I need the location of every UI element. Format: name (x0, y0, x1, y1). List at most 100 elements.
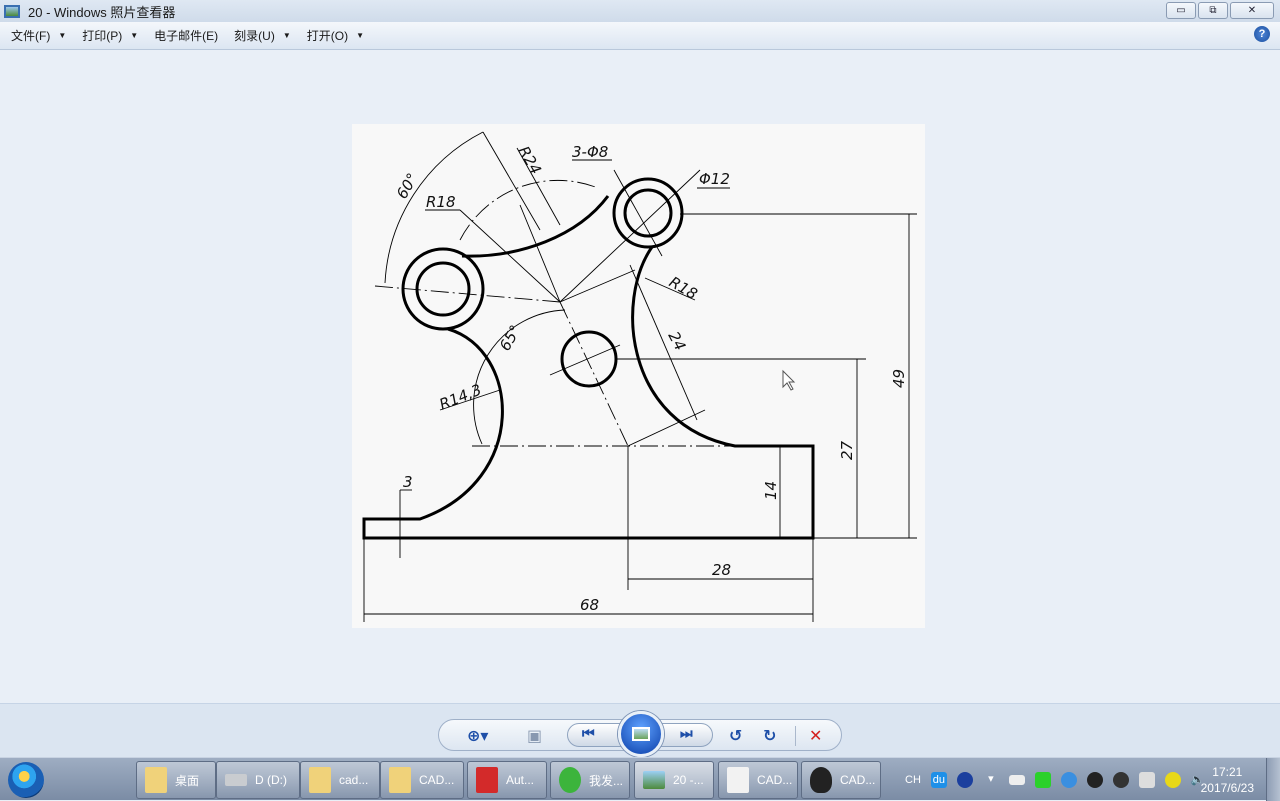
left-boss-outer (401, 247, 485, 331)
label-phi12: Φ12 (699, 170, 730, 188)
close-button[interactable]: ✕ (1230, 2, 1274, 19)
taskbar-item[interactable]: CAD... (718, 761, 798, 799)
menu-label: 刻录(U) (234, 29, 275, 43)
cad-drawing: 60° R24 3-Φ8 Φ12 R18 R18 24 65° R14,3 49… (362, 131, 917, 622)
center-hole (560, 330, 618, 388)
menu-label: 电子邮件(E) (154, 29, 219, 43)
start-button[interactable] (8, 762, 44, 798)
divider (795, 726, 796, 746)
taskbar-item[interactable]: cad... (300, 761, 380, 799)
taskbar-label: Aut... (506, 773, 535, 787)
taskbar-item-active[interactable]: 20 -... (634, 761, 714, 799)
autocad-icon (476, 767, 498, 793)
app-tray-icon[interactable] (1112, 771, 1129, 788)
baidu-icon[interactable]: du (930, 771, 947, 788)
browser-icon (559, 767, 581, 793)
minimize-button[interactable]: ▭ (1166, 2, 1196, 19)
sync-icon[interactable] (1060, 771, 1077, 788)
taskbar-item[interactable]: 我发... (550, 761, 630, 799)
document-icon (727, 767, 749, 793)
taskbar-label: 我发... (589, 773, 624, 788)
clock-date: 2017/6/23 (1200, 781, 1254, 795)
menu-print[interactable]: 打印(P) ▼ (82, 27, 138, 44)
taskbar-label: D (D:) (255, 773, 287, 787)
menu-bar: 文件(F) ▼ 打印(P) ▼ 电子邮件(E) 刻录(U) ▼ 打开(O) ▼ (0, 22, 1280, 50)
taskbar-label: CAD... (840, 773, 876, 787)
show-desktop-button[interactable] (1266, 758, 1280, 801)
clock-time: 17:21 (1212, 765, 1243, 779)
taskbar-item[interactable]: CAD... (380, 761, 464, 799)
taskbar-item[interactable]: Aut... (467, 761, 547, 799)
taskbar-label: CAD... (419, 773, 455, 787)
mouse-cursor-icon (782, 369, 796, 391)
menu-burn[interactable]: 刻录(U) ▼ (234, 27, 291, 44)
menu-file[interactable]: 文件(F) ▼ (11, 27, 66, 44)
label-angle-60: 60° (393, 170, 422, 202)
photo-viewer-icon (643, 771, 665, 789)
restore-button[interactable]: ⧉ (1198, 2, 1228, 19)
next-icon[interactable]: ⏭ (680, 725, 693, 742)
label-dim-68: 68 (580, 596, 599, 614)
title-bar: 20 - Windows 照片查看器 ▭ ⧉ ✕ (0, 0, 1280, 22)
chevron-down-icon: ▼ (130, 31, 139, 40)
folder-icon (309, 767, 331, 793)
menu-open[interactable]: 打开(O) ▼ (307, 27, 364, 44)
rotate-clockwise-icon[interactable]: ↻ (763, 726, 776, 746)
taskbar-label: 20 -... (673, 773, 704, 787)
taskbar-label: CAD... (757, 773, 793, 787)
taskbar: 桌面 D (D:) cad... CAD... Aut... 我发... 20 … (0, 757, 1280, 801)
right-hole (623, 188, 673, 238)
control-bar: ⊕▾ ▣ ⏮ ⏭ ↺ ↻ ✕ (0, 703, 1280, 757)
language-indicator[interactable]: CH (905, 774, 921, 786)
photo-viewer-icon (4, 4, 20, 18)
previous-icon[interactable]: ⏮ (582, 725, 595, 742)
rotate-counterclockwise-icon[interactable]: ↺ (729, 726, 742, 746)
left-hole (415, 261, 471, 317)
label-dim-24: 24 (664, 328, 689, 353)
label-3-phi8: 3-Φ8 (572, 143, 608, 161)
zoom-icon[interactable]: ⊕▾ (467, 726, 488, 746)
show-hidden-icons[interactable]: ▾ (983, 772, 999, 788)
security-icon[interactable] (1164, 771, 1181, 788)
qq-tray-icon[interactable] (1086, 771, 1103, 788)
slideshow-icon (632, 727, 650, 741)
label-dim-49: 49 (890, 369, 908, 388)
label-dim-3: 3 (403, 473, 413, 491)
help-tray-icon[interactable] (956, 771, 973, 788)
top-arc (461, 195, 610, 258)
menu-label: 打开(O) (306, 29, 349, 43)
delete-icon[interactable]: ✕ (809, 726, 822, 746)
taskbar-item[interactable]: D (D:) (216, 761, 300, 799)
chevron-down-icon: ▼ (282, 31, 291, 40)
menu-label: 文件(F) (11, 29, 51, 43)
label-r14-3: R14,3 (437, 381, 484, 414)
folder-icon (145, 767, 167, 793)
taskbar-label: 桌面 (175, 773, 200, 788)
qq-icon (810, 767, 832, 793)
help-icon[interactable]: ? (1254, 26, 1270, 42)
label-angle-65: 65° (496, 322, 525, 354)
monitor-icon[interactable] (1034, 771, 1051, 788)
folder-icon (389, 767, 411, 793)
clock[interactable]: 17:21 2017/6/23 (1201, 764, 1254, 796)
taskbar-item[interactable]: CAD... (801, 761, 881, 799)
drive-icon (225, 774, 247, 786)
image-canvas: 60° R24 3-Φ8 Φ12 R18 R18 24 65° R14,3 49… (352, 124, 925, 628)
menu-email[interactable]: 电子邮件(E) (154, 27, 218, 44)
slideshow-button[interactable] (618, 711, 664, 757)
menu-label: 打印(P) (82, 29, 123, 43)
chevron-down-icon: ▼ (58, 31, 67, 40)
chevron-down-icon: ▼ (356, 31, 365, 40)
system-tray: CH du ▾ 🔈 (905, 758, 1205, 801)
label-dim-14: 14 (762, 481, 780, 500)
router-icon[interactable] (1008, 774, 1025, 785)
network-icon[interactable] (1138, 771, 1155, 788)
taskbar-label: cad... (339, 773, 369, 787)
label-dim-27: 27 (838, 440, 856, 460)
actual-size-icon[interactable]: ▣ (527, 726, 542, 746)
taskbar-item[interactable]: 桌面 (136, 761, 216, 799)
label-dim-28: 28 (712, 561, 731, 579)
label-r24: R24 (515, 143, 545, 178)
label-r18-left: R18 (426, 193, 456, 211)
window-title: 20 - Windows 照片查看器 (28, 4, 176, 20)
